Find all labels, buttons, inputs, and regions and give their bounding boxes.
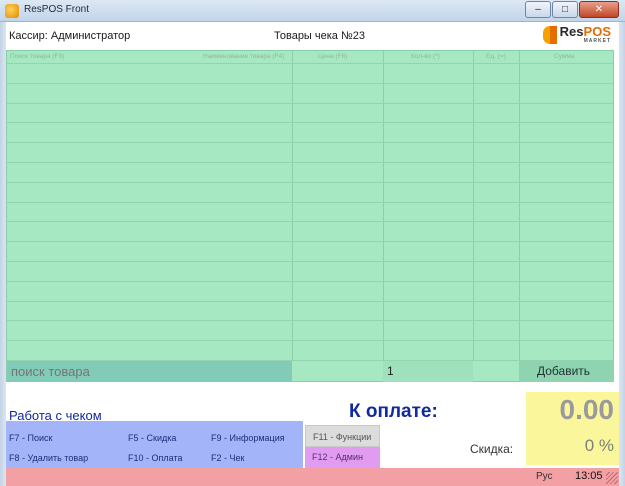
logo-brand-accent: POS	[583, 24, 611, 39]
table-row	[7, 83, 613, 84]
item-entry-row: 1 Добавить	[7, 361, 614, 382]
discount-value: 0 %	[584, 436, 614, 455]
functions-button[interactable]: F11 - Функции	[305, 425, 380, 447]
search-hotkey[interactable]: F7 - Поиск	[9, 433, 52, 443]
receipt-items-table[interactable]: Поиск товара (F3) Наименование товара (F…	[6, 50, 614, 382]
status-bar: Рус 13:05	[6, 468, 619, 486]
column-divider	[292, 51, 293, 361]
close-button[interactable]: ✕	[579, 1, 619, 18]
table-header: Поиск товара (F3) Наименование товара (F…	[7, 51, 613, 63]
column-divider	[519, 51, 520, 361]
table-row	[7, 142, 613, 143]
table-row	[7, 281, 613, 282]
logo-brand-main: Res	[559, 24, 584, 39]
column-unit[interactable]: Ед. (=)	[486, 53, 506, 60]
respos-logo: ResPOS MARKET	[542, 24, 611, 44]
table-row	[7, 340, 613, 341]
column-divider	[383, 51, 384, 361]
table-row	[7, 301, 613, 302]
column-price[interactable]: Цена (F6)	[318, 53, 347, 60]
logo-text: ResPOS	[559, 24, 611, 39]
table-row	[7, 202, 613, 203]
discount-hotkey[interactable]: F5 - Скидка	[128, 433, 176, 443]
header: Кассир: Администратор Товары чека №23 Re…	[6, 22, 619, 50]
column-divider	[473, 51, 474, 361]
discount-label: Скидка:	[470, 442, 514, 456]
total-amount: 0.00	[559, 394, 615, 425]
column-search[interactable]: Поиск товара (F3)	[10, 53, 64, 60]
search-cell	[7, 361, 292, 382]
column-name[interactable]: Наименование товара (F4)	[203, 53, 284, 60]
hotkeys-panel: F7 - Поиск F5 - Скидка F9 - Информация F…	[6, 421, 303, 468]
window-controls: – □ ✕	[524, 1, 619, 18]
add-button[interactable]: Добавить	[519, 361, 614, 382]
table-row	[7, 221, 613, 222]
delete-item-hotkey[interactable]: F8 - Удалить товар	[9, 453, 88, 463]
table-row	[7, 261, 613, 262]
table-row	[7, 182, 613, 183]
table-row	[7, 103, 613, 104]
table-row	[7, 63, 613, 64]
cashier-label: Кассир: Администратор	[9, 30, 131, 42]
logo-icon	[542, 26, 557, 44]
column-sum[interactable]: Сумма	[554, 53, 574, 60]
to-pay-label: К оплате:	[349, 401, 438, 422]
title-bar: ResPOS Front – □ ✕	[0, 0, 625, 22]
receipt-hotkey[interactable]: F2 - Чек	[211, 453, 244, 463]
quantity-cell[interactable]: 1	[383, 361, 473, 382]
search-input[interactable]	[11, 364, 289, 379]
clock: 13:05	[575, 470, 603, 482]
table-row	[7, 320, 613, 321]
resize-grip-icon[interactable]	[606, 472, 618, 484]
table-row	[7, 122, 613, 123]
language-indicator: Рус	[536, 471, 553, 482]
info-hotkey[interactable]: F9 - Информация	[211, 433, 285, 443]
quantity-value: 1	[387, 364, 394, 378]
receipt-title: Товары чека №23	[274, 30, 366, 42]
payment-hotkey[interactable]: F10 - Оплата	[128, 453, 182, 463]
table-row	[7, 162, 613, 163]
window-border-right	[619, 22, 625, 486]
total-box: 0.00 0 %	[526, 392, 619, 465]
app-icon	[5, 4, 19, 18]
maximize-button[interactable]: □	[552, 1, 578, 18]
admin-button[interactable]: F12 - Админ	[305, 447, 380, 468]
table-row	[7, 241, 613, 242]
minimize-button[interactable]: –	[525, 1, 551, 18]
window-title: ResPOS Front	[24, 4, 90, 15]
column-quantity[interactable]: Кол-во (*)	[411, 53, 440, 60]
